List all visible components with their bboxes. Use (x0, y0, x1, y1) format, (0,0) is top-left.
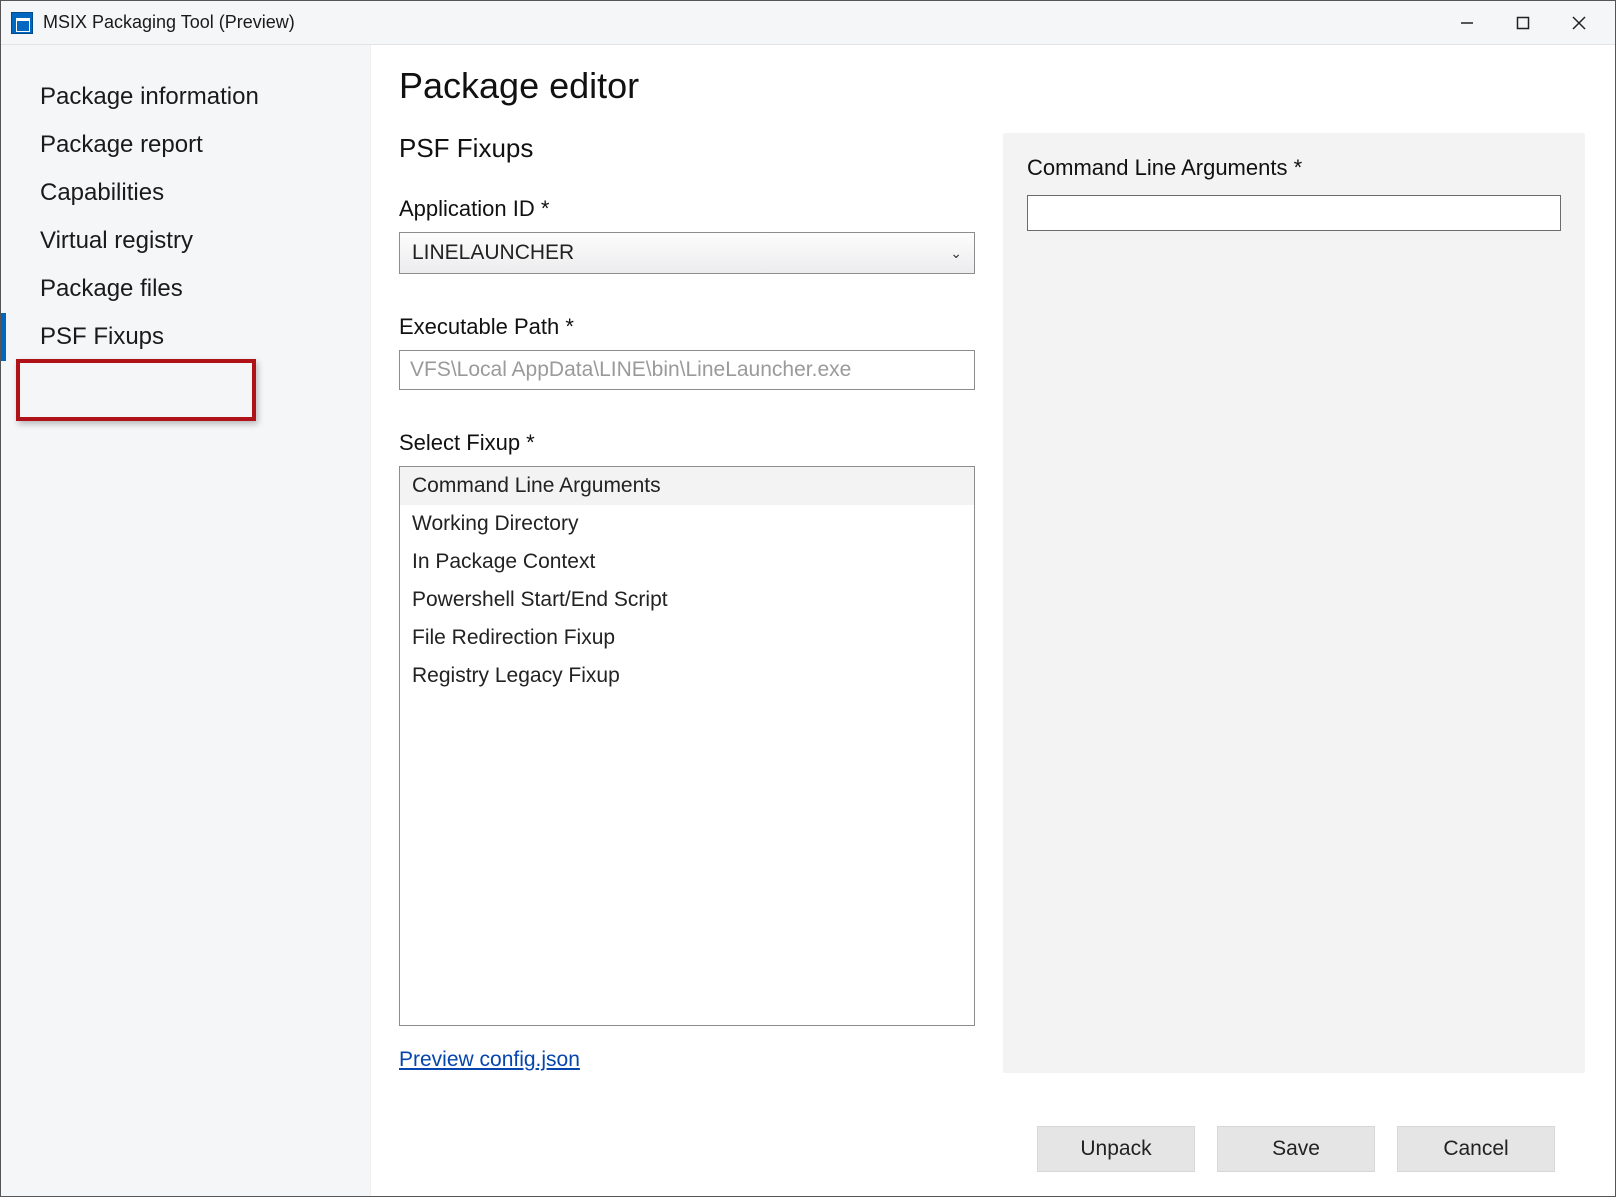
close-button[interactable] (1551, 5, 1607, 41)
sidebar-item-package-report[interactable]: Package report (1, 121, 370, 169)
select-fixup-label: Select Fixup * (399, 430, 975, 456)
app-window: MSIX Packaging Tool (Preview) Package in… (0, 0, 1616, 1197)
titlebar: MSIX Packaging Tool (Preview) (1, 1, 1615, 45)
executable-path-value: VFS\Local AppData\LINE\bin\LineLauncher.… (410, 358, 851, 382)
sidebar-item-package-files[interactable]: Package files (1, 265, 370, 313)
main-columns: PSF Fixups Application ID * LINELAUNCHER… (399, 133, 1585, 1114)
app-icon (11, 12, 33, 34)
fixup-option-registry-legacy[interactable]: Registry Legacy Fixup (400, 657, 974, 695)
body: Package information Package report Capab… (1, 45, 1615, 1196)
application-id-combobox[interactable]: LINELAUNCHER ⌄ (399, 232, 975, 274)
main-content: Package editor PSF Fixups Application ID… (371, 45, 1615, 1196)
right-panel: Command Line Arguments * (1003, 133, 1585, 1073)
maximize-icon (1516, 16, 1530, 30)
chevron-down-icon: ⌄ (950, 245, 962, 262)
window-controls (1439, 5, 1607, 41)
fixup-option-working-directory[interactable]: Working Directory (400, 505, 974, 543)
fixup-option-command-line-arguments[interactable]: Command Line Arguments (400, 467, 974, 505)
fixup-option-file-redirection[interactable]: File Redirection Fixup (400, 619, 974, 657)
executable-path-label: Executable Path * (399, 314, 975, 340)
executable-path-input[interactable]: VFS\Local AppData\LINE\bin\LineLauncher.… (399, 350, 975, 390)
command-line-arguments-label: Command Line Arguments * (1027, 155, 1561, 181)
command-line-arguments-input[interactable] (1027, 195, 1561, 231)
application-id-value: LINELAUNCHER (412, 241, 574, 265)
left-column: PSF Fixups Application ID * LINELAUNCHER… (399, 133, 975, 1114)
application-id-label: Application ID * (399, 196, 975, 222)
sidebar-item-capabilities[interactable]: Capabilities (1, 169, 370, 217)
sidebar-item-package-information[interactable]: Package information (1, 73, 370, 121)
page-title: Package editor (399, 65, 1585, 107)
sidebar-item-virtual-registry[interactable]: Virtual registry (1, 217, 370, 265)
maximize-button[interactable] (1495, 5, 1551, 41)
minimize-button[interactable] (1439, 5, 1495, 41)
annotation-highlight (16, 359, 256, 421)
fixup-option-powershell-script[interactable]: Powershell Start/End Script (400, 581, 974, 619)
sidebar-item-psf-fixups[interactable]: PSF Fixups (1, 313, 370, 361)
fixup-option-in-package-context[interactable]: In Package Context (400, 543, 974, 581)
cancel-button[interactable]: Cancel (1397, 1126, 1555, 1172)
save-button[interactable]: Save (1217, 1126, 1375, 1172)
section-subtitle: PSF Fixups (399, 133, 975, 164)
window-title: MSIX Packaging Tool (Preview) (43, 12, 1439, 33)
footer: Unpack Save Cancel (399, 1114, 1585, 1196)
close-icon (1571, 15, 1587, 31)
sidebar: Package information Package report Capab… (1, 45, 371, 1196)
minimize-icon (1459, 15, 1475, 31)
unpack-button[interactable]: Unpack (1037, 1126, 1195, 1172)
preview-config-link[interactable]: Preview config.json (399, 1048, 975, 1072)
fixup-listbox[interactable]: Command Line Arguments Working Directory… (399, 466, 975, 1026)
